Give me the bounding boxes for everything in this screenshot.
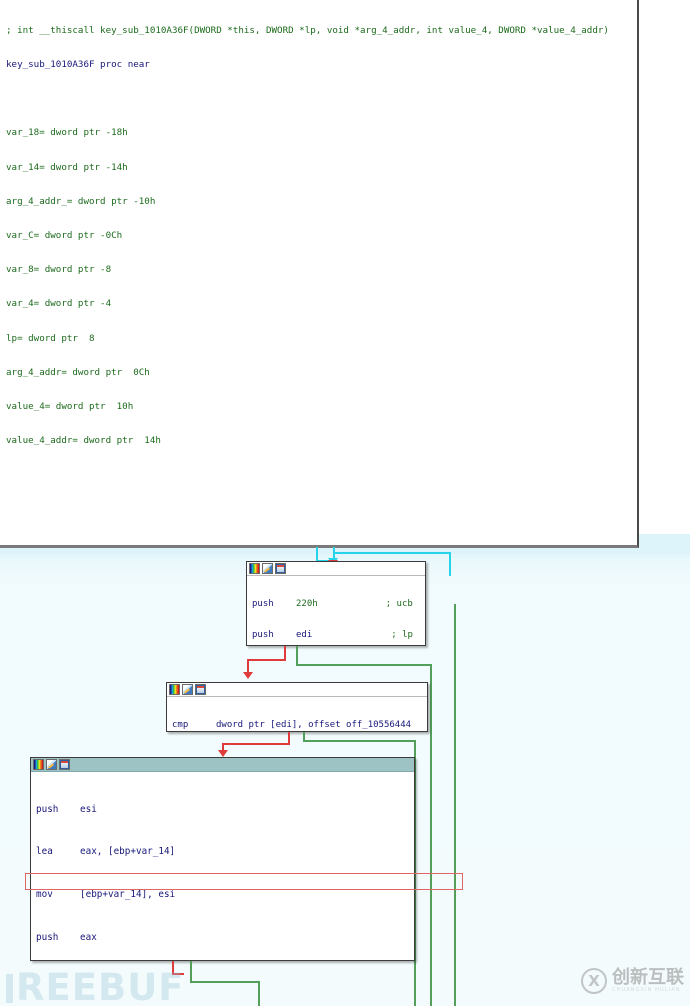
block2-code: push220h; ucb pushedi; lp callds:IsBadRe… bbox=[247, 576, 425, 645]
proc-declaration: key_sub_1010A36F proc near bbox=[6, 59, 150, 71]
block1-code: ; int __thiscall key_sub_1010A36F(DWORD … bbox=[0, 0, 637, 545]
palette-icon[interactable] bbox=[33, 759, 44, 770]
stack-var: lp= dword ptr 8 bbox=[6, 332, 95, 344]
edge-entry-to-isbadreadptr bbox=[316, 547, 318, 561]
freebuf-bar bbox=[6, 974, 13, 1003]
stack-var: arg_4_addr= dword ptr 0Ch bbox=[6, 366, 150, 378]
window-icon[interactable] bbox=[195, 684, 206, 695]
chuangxin-text: 创新互联 bbox=[612, 966, 684, 988]
arrowhead-b2-to-b3 bbox=[243, 672, 253, 679]
brush-icon[interactable] bbox=[182, 684, 193, 695]
function-signature-comment: ; int __thiscall key_sub_1010A36F(DWORD … bbox=[6, 24, 609, 36]
block4-titlebar[interactable] bbox=[31, 758, 414, 772]
brush-icon[interactable] bbox=[46, 759, 57, 770]
edge-b3-false-h bbox=[222, 743, 290, 745]
edge-entry-right-v bbox=[449, 552, 451, 576]
edge-b4-true-v bbox=[190, 961, 192, 983]
operands: 220h bbox=[296, 598, 318, 609]
mnemonic: lea bbox=[36, 846, 53, 858]
edge-b2-true-h bbox=[296, 664, 432, 666]
brush-icon[interactable] bbox=[262, 563, 273, 574]
edge-b4-true-v2 bbox=[258, 981, 260, 1006]
chuangxin-mark-icon: X bbox=[581, 968, 607, 994]
stack-var: var_8= dword ptr -8 bbox=[6, 264, 112, 276]
annotation-rect-readfile-call bbox=[25, 873, 463, 890]
block3-titlebar[interactable] bbox=[167, 683, 427, 697]
freebuf-text: REEBUF bbox=[16, 966, 185, 1006]
window-icon[interactable] bbox=[275, 563, 286, 574]
edge-b4-true-h bbox=[190, 981, 260, 983]
block2-titlebar[interactable] bbox=[247, 562, 425, 576]
stack-var: var_4= dword ptr -4 bbox=[6, 298, 112, 310]
operands: eax bbox=[80, 932, 97, 944]
mnemonic: cmp bbox=[172, 719, 189, 730]
operands: [ebp+var_14], esi bbox=[80, 889, 176, 901]
mnemonic: push bbox=[36, 803, 59, 815]
palette-icon[interactable] bbox=[249, 563, 260, 574]
code-block-readfile[interactable]: push esi lea eax, [ebp+var_14] mov [ebp+var… bbox=[30, 757, 415, 961]
mnemonic: mov bbox=[36, 889, 53, 901]
palette-icon[interactable] bbox=[169, 684, 180, 695]
operands: esi bbox=[80, 803, 97, 815]
stack-var: var_14= dword ptr -14h bbox=[6, 161, 128, 173]
window-icon[interactable] bbox=[59, 759, 70, 770]
chuangxin-logo: X 创新互联 CHUANGXIN HULIAN bbox=[581, 968, 684, 994]
operands: edi bbox=[296, 630, 313, 641]
mnemonic: push bbox=[36, 932, 59, 944]
edge-b3-true-h bbox=[303, 740, 416, 742]
block3-code: cmp dword ptr [edi], offset off_10556444 … bbox=[167, 697, 427, 731]
inline-comment: ; lp bbox=[391, 630, 413, 641]
edge-b2-false-h bbox=[247, 659, 286, 661]
edge-b2-true-v2 bbox=[430, 664, 432, 1006]
mnemonic: push bbox=[252, 630, 274, 641]
freebuf-watermark: REEBUF bbox=[6, 966, 185, 1006]
mnemonic: push bbox=[252, 598, 274, 609]
code-block-entry[interactable]: ; int __thiscall key_sub_1010A36F(DWORD … bbox=[0, 0, 639, 548]
block4-code: push esi lea eax, [ebp+var_14] mov [ebp+var… bbox=[31, 772, 414, 960]
code-block-vtable-compare[interactable]: cmp dword ptr [edi], offset off_10556444 … bbox=[166, 682, 428, 732]
stack-var: arg_4_addr_= dword ptr -10h bbox=[6, 195, 156, 207]
edge-rail-right-outer bbox=[454, 604, 456, 1006]
stack-var: value_4= dword ptr 10h bbox=[6, 401, 134, 413]
inline-comment: ; ucb bbox=[385, 598, 413, 609]
stack-var: value_4_addr= dword ptr 14h bbox=[6, 435, 161, 447]
arrowhead-b3-to-b4 bbox=[218, 750, 228, 757]
chuangxin-subtext: CHUANGXIN HULIAN bbox=[612, 986, 681, 993]
operands: dword ptr [edi], offset off_10556444 bbox=[216, 719, 412, 730]
edge-entry-right-h bbox=[333, 552, 451, 554]
edge-b2-true-v1 bbox=[296, 646, 298, 666]
code-block-isbadreadptr[interactable]: push220h; ucb pushedi; lp callds:IsBadRe… bbox=[246, 561, 426, 646]
stack-var: var_C= dword ptr -0Ch bbox=[6, 230, 123, 242]
stack-var: var_18= dword ptr -18h bbox=[6, 127, 128, 139]
operands: eax, [ebp+var_14] bbox=[80, 846, 176, 858]
ida-graph-view: ; int __thiscall key_sub_1010A36F(DWORD … bbox=[0, 0, 690, 1006]
